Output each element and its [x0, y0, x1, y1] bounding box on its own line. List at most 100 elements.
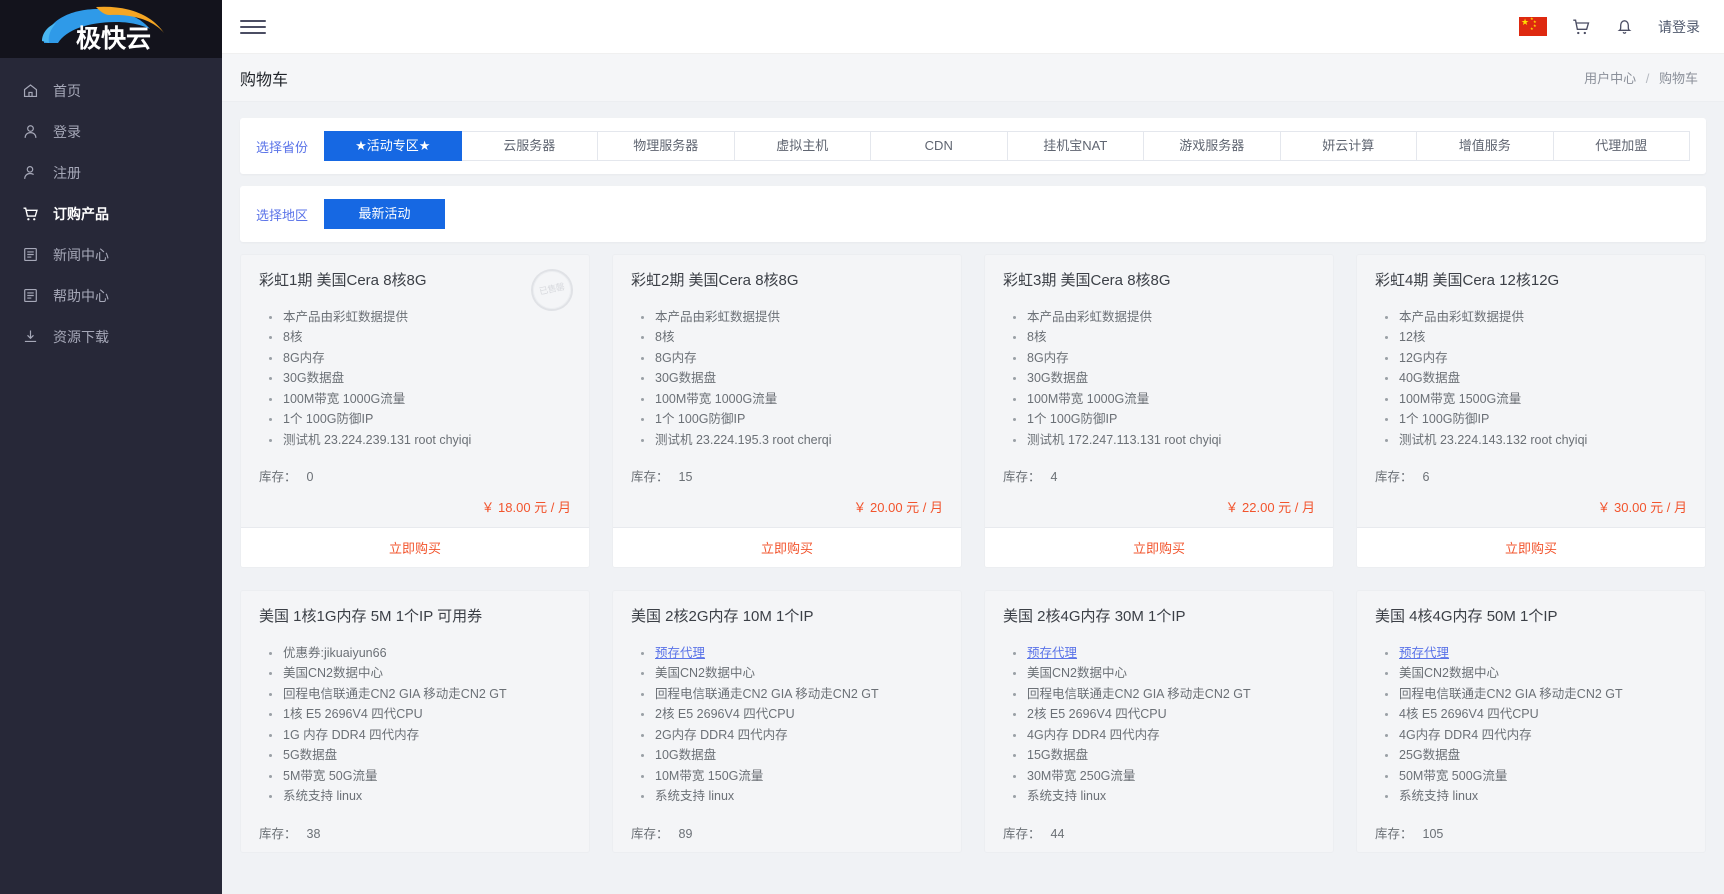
product-spec-item: 回程电信联通走CN2 GIA 移动走CN2 GT: [639, 684, 943, 705]
product-card: 彩虹3期 美国Cera 8核8G 本产品由彩虹数据提供 8核 8G内存 30G数据盘 10…: [984, 254, 1334, 568]
product-card-body: 彩虹1期 美国Cera 8核8G 已售罄 本产品由彩虹数据提供 8核 8G内存 30G数据…: [241, 255, 589, 527]
buy-now-label: 立即购买: [1504, 541, 1557, 556]
breadcrumb-parent[interactable]: 用户中心: [1584, 71, 1636, 86]
product-spec-item: 1个 100G防御IP: [267, 409, 571, 430]
product-spec-item: 1个 100G防御IP: [1383, 409, 1687, 430]
product-stock-label: 库存：: [1375, 470, 1413, 484]
tab-category-6[interactable]: 游戏服务器: [1144, 131, 1281, 161]
tab-category-3[interactable]: 虚拟主机: [734, 131, 872, 161]
product-spec-item: 4G内存 DDR4 四代内存: [1011, 725, 1315, 746]
buy-now-button[interactable]: 立即购买: [613, 527, 961, 567]
product-spec-list: 本产品由彩虹数据提供 8核 8G内存 30G数据盘 100M带宽 1000G流量 1个 1…: [1011, 307, 1315, 451]
product-spec-list: 本产品由彩虹数据提供 12核 12G内存 40G数据盘 100M带宽 1500G流量 1个…: [1383, 307, 1687, 451]
product-title: 彩虹2期 美国Cera 8核8G: [631, 272, 799, 289]
topbar-actions: ★ ★ ★ ★ ★ 请登录: [1519, 17, 1700, 37]
product-title: 彩虹1期 美国Cera 8核8G: [259, 272, 427, 289]
product-spec-item: 本产品由彩虹数据提供: [1011, 307, 1315, 328]
tab-category-7[interactable]: 妍云计算: [1280, 131, 1418, 161]
product-spec-item[interactable]: 预存代理: [1383, 643, 1687, 664]
product-title: 彩虹3期 美国Cera 8核8G: [1003, 272, 1171, 289]
login-link[interactable]: 请登录: [1658, 17, 1700, 37]
tab-category-0[interactable]: ★活动专区★: [324, 131, 462, 161]
sidebar-item-resource-download[interactable]: 资源下载: [0, 316, 222, 357]
product-stock-label: 库存：: [259, 470, 297, 484]
buy-now-button[interactable]: 立即购买: [1357, 527, 1705, 567]
sidebar-item-news-center[interactable]: 新闻中心: [0, 234, 222, 275]
product-title: 美国 2核4G内存 30M 1个IP: [1003, 608, 1186, 625]
main-area: ★ ★ ★ ★ ★ 请登录 购物车 用户中心 / 购物车 选择省份 ★活动专区★…: [222, 0, 1724, 894]
product-spec-item: 15G数据盘: [1011, 745, 1315, 766]
app-root: 极快云 首页 登录 注册 订购产品 新闻中心 帮助中心 资源下载 ★ ★ ★ ★…: [0, 0, 1724, 894]
cart-icon: [22, 205, 39, 222]
china-flag-icon[interactable]: ★ ★ ★ ★ ★: [1519, 17, 1547, 36]
product-spec-link[interactable]: 预存代理: [655, 646, 705, 660]
user-add-icon: [22, 164, 39, 181]
content-scroll[interactable]: 选择省份 ★活动专区★ 云服务器 物理服务器 虚拟主机 CDN 挂机宝NAT 游戏服务器 妍云…: [222, 102, 1724, 894]
product-spec-link[interactable]: 预存代理: [1399, 646, 1449, 660]
filter-label-province[interactable]: 选择省份: [256, 137, 308, 156]
buy-now-button[interactable]: 立即购买: [985, 527, 1333, 567]
breadcrumb-separator: /: [1645, 71, 1650, 86]
product-price: ￥ 18.00 元 / 月: [481, 500, 571, 515]
product-spec-item: 测试机 23.224.143.132 root chyiqi: [1383, 430, 1687, 451]
sidebar-item-register[interactable]: 注册: [0, 152, 222, 193]
product-spec-item: 美国CN2数据中心: [1011, 663, 1315, 684]
product-stock-label: 库存：: [259, 826, 297, 841]
tab-category-5[interactable]: 挂机宝NAT: [1007, 131, 1145, 161]
tab-region-0[interactable]: 最新活动: [324, 199, 446, 229]
tab-category-9[interactable]: 代理加盟: [1553, 131, 1691, 161]
product-price-row: ￥ 20.00 元 / 月: [631, 497, 943, 517]
product-spec-item: 测试机 172.247.113.131 root chyiqi: [1011, 430, 1315, 451]
brand-logo[interactable]: 极快云: [0, 0, 222, 58]
filter-panel-region: 选择地区 最新活动: [240, 186, 1706, 242]
product-stock-value: 89: [678, 826, 693, 841]
buy-now-label: 立即购买: [1132, 541, 1185, 556]
product-spec-item: 回程电信联通走CN2 GIA 移动走CN2 GT: [1011, 684, 1315, 705]
product-card: 美国 2核4G内存 30M 1个IP 预存代理美国CN2数据中心 回程电信联通走CN…: [984, 590, 1334, 853]
product-spec-link[interactable]: 预存代理: [1027, 646, 1077, 660]
product-spec-item: 2核 E5 2696V4 四代CPU: [639, 704, 943, 725]
product-spec-item[interactable]: 预存代理: [639, 643, 943, 664]
product-spec-item: 测试机 23.224.195.3 root cherqi: [639, 430, 943, 451]
product-card-body: 彩虹4期 美国Cera 12核12G 本产品由彩虹数据提供 12核 12G内存 40G数…: [1357, 255, 1705, 527]
product-spec-item: 2G内存 DDR4 四代内存: [639, 725, 943, 746]
sidebar-item-help-center[interactable]: 帮助中心: [0, 275, 222, 316]
sidebar: 极快云 首页 登录 注册 订购产品 新闻中心 帮助中心 资源下载: [0, 0, 222, 894]
product-spec-item: 本产品由彩虹数据提供: [639, 307, 943, 328]
breadcrumb: 用户中心 / 购物车: [1584, 68, 1698, 87]
sidebar-item-order-products[interactable]: 订购产品: [0, 193, 222, 234]
product-stock-value: 38: [306, 826, 321, 841]
product-title: 美国 2核2G内存 10M 1个IP: [631, 608, 814, 625]
sidebar-item-home[interactable]: 首页: [0, 70, 222, 111]
product-spec-item: 10G数据盘: [639, 745, 943, 766]
filter-label-region[interactable]: 选择地区: [256, 205, 308, 224]
tab-category-4[interactable]: CDN: [871, 131, 1008, 161]
tab-category-8[interactable]: 增值服务: [1417, 131, 1554, 161]
product-title: 彩虹4期 美国Cera 12核12G: [1375, 272, 1560, 289]
product-spec-list: 预存代理 美国CN2数据中心 回程电信联通走CN2 GIA 移动走CN2 GT 4核 …: [1383, 643, 1687, 807]
product-spec-item: 系统支持 linux: [1011, 786, 1315, 807]
hamburger-icon[interactable]: [240, 14, 266, 40]
product-stock-value: 0: [306, 470, 314, 484]
product-stock: 库存： 4: [1003, 466, 1315, 485]
product-spec-item: 8G内存: [639, 348, 943, 369]
product-spec-item: 美国CN2数据中心: [267, 663, 571, 684]
bell-icon[interactable]: [1615, 17, 1634, 36]
sidebar-item-login[interactable]: 登录: [0, 111, 222, 152]
region-tabs: 最新活动: [324, 199, 446, 229]
tab-category-2[interactable]: 物理服务器: [598, 131, 735, 161]
product-spec-item: 12G内存: [1383, 348, 1687, 369]
filter-panel-province: 选择省份 ★活动专区★ 云服务器 物理服务器 虚拟主机 CDN 挂机宝NAT 游戏服务器 妍云…: [240, 118, 1706, 174]
buy-now-button[interactable]: 立即购买: [241, 527, 589, 567]
product-stock-label: 库存：: [631, 826, 669, 841]
product-spec-item: 系统支持 linux: [639, 786, 943, 807]
product-spec-item: 100M带宽 1000G流量: [639, 389, 943, 410]
product-spec-list: 本产品由彩虹数据提供 8核 8G内存 30G数据盘 100M带宽 1000G流量 1个 1…: [639, 307, 943, 451]
product-stock: 库存： 6: [1375, 466, 1687, 485]
tab-category-1[interactable]: 云服务器: [461, 131, 599, 161]
product-spec-item[interactable]: 预存代理: [1011, 643, 1315, 664]
product-spec-list: 预存代理 美国CN2数据中心 回程电信联通走CN2 GIA 移动走CN2 GT 2核 …: [1011, 643, 1315, 807]
product-spec-item: 100M带宽 1000G流量: [267, 389, 571, 410]
product-price: ￥ 30.00 元 / 月: [1597, 500, 1687, 515]
cart-icon[interactable]: [1571, 17, 1591, 37]
